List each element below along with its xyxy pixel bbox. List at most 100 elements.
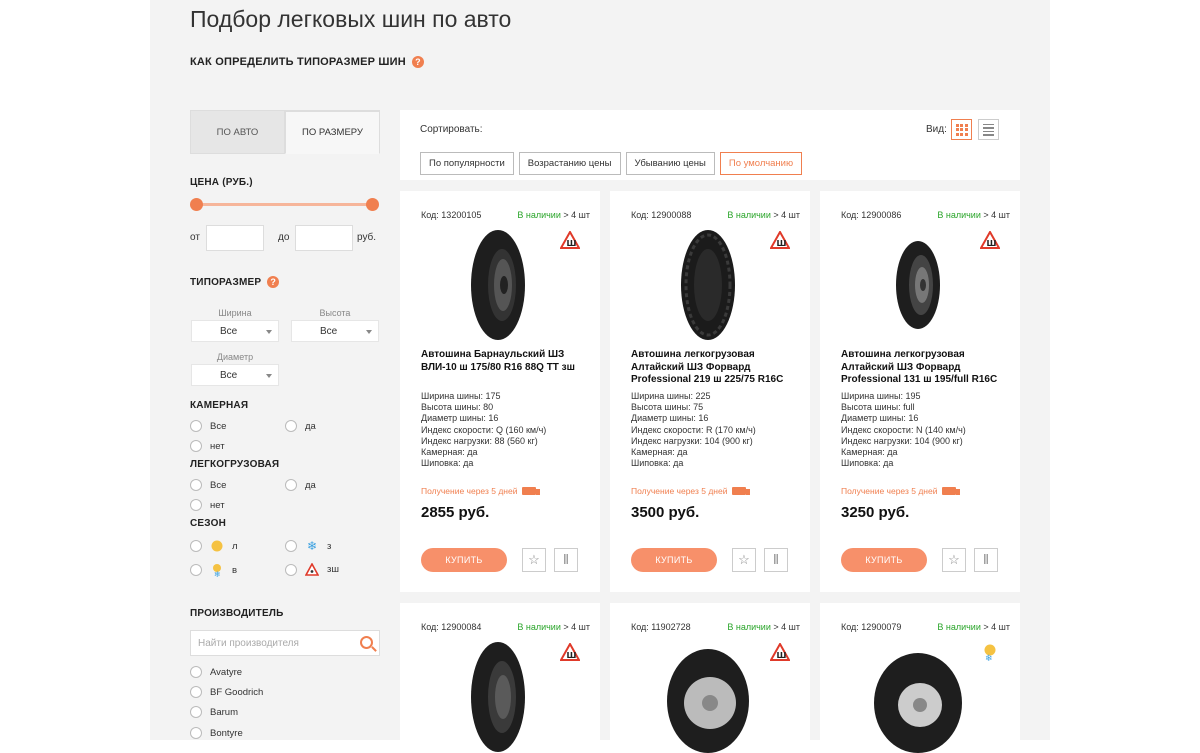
price-slider-track[interactable] [196,203,372,206]
sort-by-popularity[interactable]: По популярности [420,152,514,175]
radio-button[interactable] [190,706,202,718]
radio-button[interactable] [190,499,202,511]
height-select[interactable]: Все [291,320,379,342]
chevron-down-icon [266,374,272,378]
compare-button[interactable]: ⫴ [974,548,998,572]
manufacturer-search-input[interactable] [198,637,348,649]
availability-qty: > 4 шт [983,210,1010,220]
product-code: Код: 12900086 [841,210,902,220]
tire-image[interactable] [470,229,526,341]
manufacturer-option[interactable]: BF Goodrich [190,686,263,698]
tube-option-no[interactable]: нет [190,440,225,452]
tab-by-size[interactable]: ПО РАЗМЕРУ [285,110,380,154]
spec-diameter: Диаметр шины: 16 [631,413,709,424]
favorite-button[interactable]: ☆ [942,548,966,572]
radio-button[interactable] [190,686,202,698]
radio-button[interactable] [285,479,297,491]
radio-button[interactable] [285,420,297,432]
light-truck-option-no[interactable]: нет [190,499,225,511]
star-icon: ☆ [948,552,960,567]
favorite-button[interactable]: ☆ [522,548,546,572]
light-truck-option-yes[interactable]: да [285,479,316,491]
season-option-studded[interactable]: зш [285,563,339,576]
sort-default[interactable]: По умолчанию [719,152,803,175]
radio-button[interactable] [190,479,202,491]
width-select-value: Все [220,325,238,337]
option-label: нет [210,499,225,511]
radio-button[interactable] [190,420,202,432]
price-to-input[interactable] [295,225,353,251]
product-card[interactable]: Код: 13200105 В наличии > 4 шт Ш Автошин… [400,191,600,592]
spec-speed-index: Индекс скорости: N (140 км/ч) [841,424,966,435]
product-specs: Ширина шины: 175 Высота шины: 80 Диаметр… [421,391,546,469]
availability: В наличии > 4 шт [517,622,590,632]
manufacturer-option[interactable]: Bontyre [190,727,243,739]
tab-by-car[interactable]: ПО АВТО [190,110,285,154]
spec-width: Ширина шины: 225 [631,391,711,401]
radio-button[interactable] [190,564,202,576]
sort-by-price-asc[interactable]: Возрастанию цены [518,152,621,175]
sort-by-price-desc[interactable]: Убыванию цены [625,152,715,175]
tire-image[interactable] [666,641,750,753]
tube-option-all[interactable]: Все [190,420,226,432]
product-card[interactable]: Код: 12900079 В наличии > 4 шт ❄ [820,603,1020,753]
tire-image[interactable] [890,229,946,341]
tire-image[interactable] [868,641,968,753]
price-from-input[interactable] [206,225,264,251]
buy-button[interactable]: КУПИТЬ [421,548,507,572]
favorite-button[interactable]: ☆ [732,548,756,572]
sun-icon [211,540,223,552]
width-label: Ширина [218,308,252,318]
help-link-label: КАК ОПРЕДЕЛИТЬ ТИПОРАЗМЕР ШИН [190,56,406,68]
manufacturer-option[interactable]: Barum [190,706,238,718]
season-option-all-season[interactable]: ❄ в [190,563,237,577]
buy-button[interactable]: КУПИТЬ [631,548,717,572]
tire-image[interactable] [470,641,526,753]
height-label: Высота [319,308,351,318]
spec-studded: Шиповка: да [841,458,894,469]
option-label: нет [210,440,225,452]
manufacturer-option[interactable]: Avatyre [190,666,242,678]
product-name[interactable]: Автошина легкогрузовая Алтайский ШЗ Форв… [841,349,1001,387]
buy-button[interactable]: КУПИТЬ [841,548,927,572]
radio-button[interactable] [190,727,202,739]
svg-text:❄: ❄ [214,570,221,577]
product-card[interactable]: Код: 11902728 В наличии > 4 шт Ш [610,603,810,753]
radio-button[interactable] [190,440,202,452]
page-container: Подбор легковых шин по авто КАК ОПРЕДЕЛИ… [150,0,1050,753]
light-truck-option-all[interactable]: Все [190,479,226,491]
svg-text:❄: ❄ [985,654,993,661]
radio-button[interactable] [190,540,202,552]
radio-button[interactable] [190,666,202,678]
help-icon[interactable]: ? [267,276,280,288]
manufacturer-search [190,630,380,656]
price-slider-max-handle[interactable] [366,198,379,211]
radio-button[interactable] [285,563,297,576]
grid-view-button[interactable] [951,119,972,140]
list-view-button[interactable] [978,119,999,140]
delivery-info: Получение через 5 дней [421,486,541,496]
tube-option-yes[interactable]: да [285,420,316,432]
sun-snow-icon: ❄ [213,564,221,577]
tire-size-help-link[interactable]: КАК ОПРЕДЕЛИТЬ ТИПОРАЗМЕР ШИН ? [190,56,424,68]
season-option-summer[interactable]: л [190,539,238,553]
product-card[interactable]: Код: 12900086 В наличии > 4 шт Ш Автошин… [820,191,1020,592]
diameter-select[interactable]: Все [191,364,279,386]
product-name[interactable]: Автошина Барнаульский ШЗ ВЛИ-10 ш 175/80… [421,349,581,374]
width-select[interactable]: Все [191,320,279,342]
compare-button[interactable]: ⫴ [764,548,788,572]
radio-button[interactable] [285,540,297,552]
tire-image[interactable] [680,229,736,341]
season-option-winter[interactable]: ❄ з [285,539,331,553]
product-card[interactable]: Код: 12900084 В наличии > 4 шт Ш [400,603,600,752]
product-price: 2855 руб. [421,504,490,521]
compare-button[interactable]: ⫴ [554,548,578,572]
search-icon[interactable] [360,636,373,649]
compare-icon: ⫴ [983,552,989,567]
price-slider-min-handle[interactable] [190,198,203,211]
product-code: Код: 12900088 [631,210,692,220]
option-label: Barum [210,706,238,718]
delivery-text: Получение через 5 дней [631,486,728,496]
product-name[interactable]: Автошина легкогрузовая Алтайский ШЗ Форв… [631,349,791,387]
product-card[interactable]: Код: 12900088 В наличии > 4 шт Ш Автошин… [610,191,810,592]
